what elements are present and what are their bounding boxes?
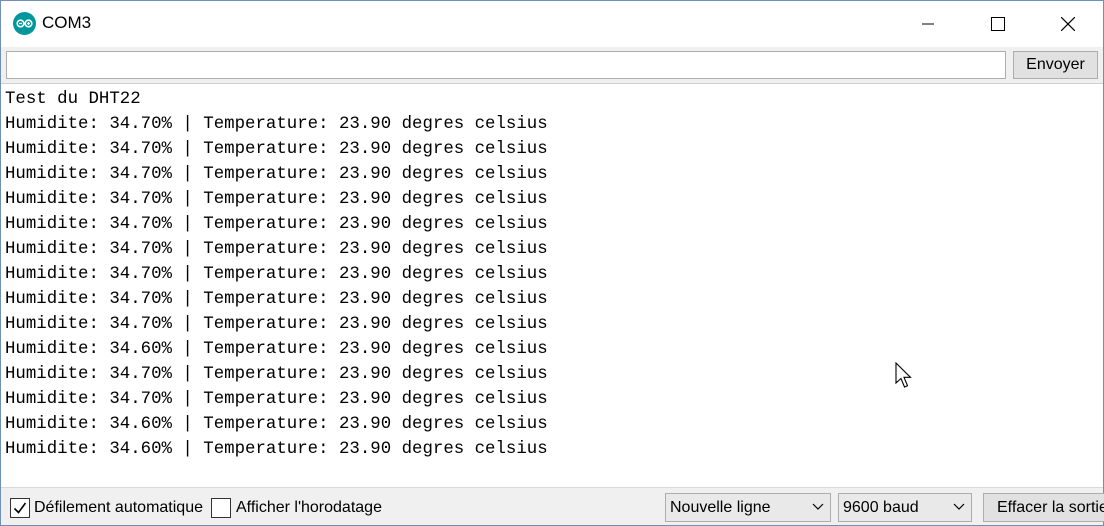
maximize-button[interactable] bbox=[975, 1, 1021, 47]
baud-rate-value: 9600 baud bbox=[843, 499, 919, 516]
autoscroll-label: Défilement automatique bbox=[34, 499, 203, 516]
output-line: Humidite: 34.60% | Temperature: 23.90 de… bbox=[5, 440, 548, 459]
clear-output-button[interactable]: Effacer la sortie bbox=[983, 493, 1104, 522]
check-icon bbox=[13, 502, 27, 514]
output-line: Humidite: 34.70% | Temperature: 23.90 de… bbox=[5, 140, 548, 159]
output-line: Humidite: 34.70% | Temperature: 23.90 de… bbox=[5, 290, 548, 309]
minimize-icon bbox=[922, 23, 934, 25]
timestamp-checkbox[interactable] bbox=[211, 498, 231, 518]
output-line: Humidite: 34.70% | Temperature: 23.90 de… bbox=[5, 190, 548, 209]
window-title: COM3 bbox=[42, 13, 92, 32]
output-line: Humidite: 34.70% | Temperature: 23.90 de… bbox=[5, 240, 548, 259]
output-line: Humidite: 34.70% | Temperature: 23.90 de… bbox=[5, 265, 548, 284]
close-button[interactable] bbox=[1045, 1, 1091, 47]
output-line: Humidite: 34.70% | Temperature: 23.90 de… bbox=[5, 115, 548, 134]
output-line: Humidite: 34.70% | Temperature: 23.90 de… bbox=[5, 390, 548, 409]
output-line: Humidite: 34.60% | Temperature: 23.90 de… bbox=[5, 415, 548, 434]
send-row: Envoyer bbox=[1, 47, 1103, 83]
arduino-icon bbox=[13, 12, 36, 35]
close-icon bbox=[1061, 17, 1075, 31]
output-line: Humidite: 34.60% | Temperature: 23.90 de… bbox=[5, 340, 548, 359]
timestamp-label: Afficher l'horodatage bbox=[236, 499, 382, 516]
title-bar[interactable]: COM3 bbox=[1, 1, 1103, 47]
minimize-button[interactable] bbox=[905, 1, 951, 47]
mouse-cursor-icon bbox=[895, 362, 912, 388]
serial-output[interactable]: Test du DHT22 Humidite: 34.70% | Tempera… bbox=[1, 83, 1103, 487]
output-line: Test du DHT22 bbox=[5, 90, 141, 109]
send-input[interactable] bbox=[6, 51, 1006, 79]
autoscroll-checkbox[interactable] bbox=[10, 498, 30, 518]
line-ending-value: Nouvelle ligne bbox=[670, 499, 771, 516]
line-ending-select[interactable]: Nouvelle ligne bbox=[665, 493, 831, 522]
output-line: Humidite: 34.70% | Temperature: 23.90 de… bbox=[5, 365, 548, 384]
bottom-bar: Défilement automatique Afficher l'horoda… bbox=[1, 487, 1104, 525]
baud-rate-select[interactable]: 9600 baud bbox=[838, 493, 972, 522]
chevron-down-icon bbox=[812, 503, 824, 510]
send-button[interactable]: Envoyer bbox=[1013, 51, 1098, 79]
maximize-icon bbox=[991, 17, 1005, 31]
output-line: Humidite: 34.70% | Temperature: 23.90 de… bbox=[5, 165, 548, 184]
output-line: Humidite: 34.70% | Temperature: 23.90 de… bbox=[5, 315, 548, 334]
output-line: Humidite: 34.70% | Temperature: 23.90 de… bbox=[5, 215, 548, 234]
serial-monitor-window: COM3 Envoyer Test du DHT22 Humidite: 34.… bbox=[0, 0, 1104, 526]
chevron-down-icon bbox=[953, 503, 965, 510]
